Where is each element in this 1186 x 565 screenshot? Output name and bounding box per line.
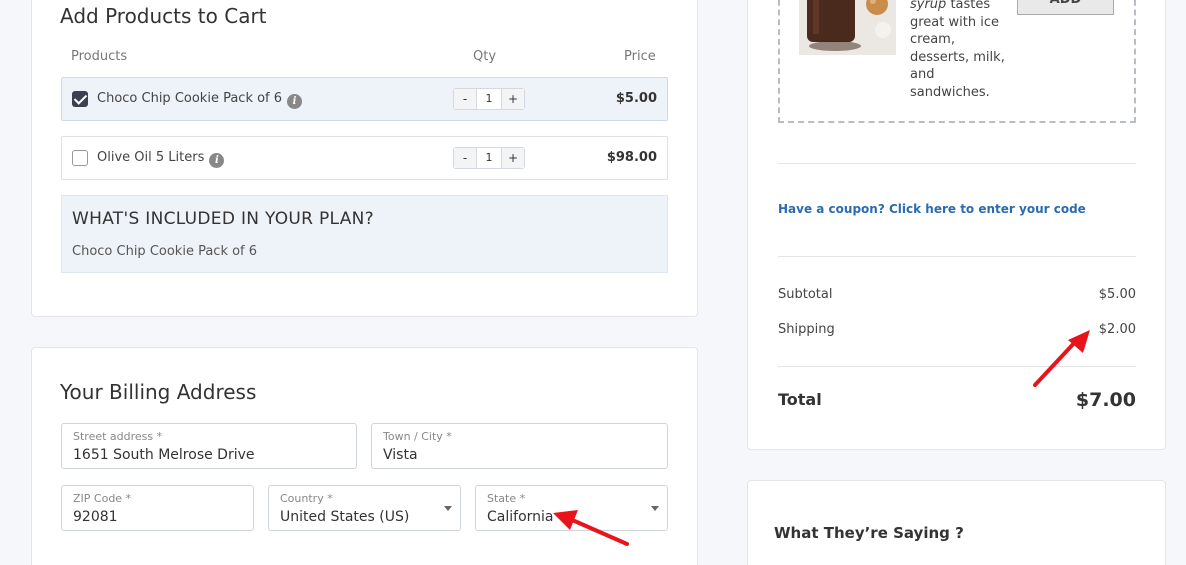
product-checkbox[interactable] bbox=[72, 91, 88, 107]
quantity-stepper: - 1 + bbox=[453, 147, 525, 169]
city-label: Town / City * bbox=[383, 430, 452, 443]
qty-decrement-button[interactable]: - bbox=[454, 89, 476, 109]
product-name: Choco Chip Cookie Pack of 6i bbox=[97, 91, 303, 109]
qty-decrement-button[interactable]: - bbox=[454, 148, 476, 168]
divider bbox=[778, 163, 1136, 164]
zip-code-value[interactable]: 92081 bbox=[73, 509, 118, 525]
street-address-value[interactable]: 1651 South Melrose Drive bbox=[73, 447, 255, 463]
qty-input[interactable]: 1 bbox=[476, 89, 502, 109]
divider bbox=[778, 366, 1136, 367]
testimonials-title: What They’re Saying ? bbox=[774, 524, 964, 542]
product-price: $5.00 bbox=[615, 91, 657, 106]
state-value: California bbox=[487, 509, 554, 525]
plan-item: Choco Chip Cookie Pack of 6 bbox=[72, 244, 258, 259]
country-value: United States (US) bbox=[280, 509, 410, 525]
products-column-header: Products bbox=[71, 49, 128, 64]
qty-increment-button[interactable]: + bbox=[502, 89, 524, 109]
subtotal-value: $5.00 bbox=[1098, 287, 1136, 302]
city-value[interactable]: Vista bbox=[383, 447, 418, 463]
street-address-label: Street address * bbox=[73, 430, 163, 443]
coupon-link[interactable]: Have a coupon? Click here to enter your … bbox=[778, 202, 1086, 216]
qty-increment-button[interactable]: + bbox=[502, 148, 524, 168]
total-value: $7.00 bbox=[1075, 389, 1136, 411]
zip-code-label: ZIP Code * bbox=[73, 492, 132, 505]
country-select[interactable]: Country * United States (US) bbox=[268, 485, 461, 531]
chevron-down-icon bbox=[651, 506, 659, 511]
zip-code-field[interactable]: ZIP Code * 92081 bbox=[61, 485, 254, 531]
upsell-product-image bbox=[799, 0, 896, 55]
info-icon[interactable]: i bbox=[287, 94, 303, 109]
qty-column-header: Qty bbox=[473, 49, 497, 64]
qty-input[interactable]: 1 bbox=[476, 148, 502, 168]
divider bbox=[778, 256, 1136, 257]
city-field[interactable]: Town / City * Vista bbox=[371, 423, 668, 469]
billing-title: Your Billing Address bbox=[60, 380, 257, 404]
plan-summary-box: WHAT'S INCLUDED IN YOUR PLAN? Choco Chip… bbox=[61, 195, 668, 273]
product-row-olive-oil[interactable]: Olive Oil 5 Liters i - 1 + $98.00 bbox=[61, 136, 668, 180]
info-icon[interactable]: i bbox=[209, 153, 225, 168]
street-address-field[interactable]: Street address * 1651 South Melrose Driv… bbox=[61, 423, 357, 469]
state-select[interactable]: State * California bbox=[475, 485, 668, 531]
country-label: Country * bbox=[280, 492, 333, 505]
state-label: State * bbox=[487, 492, 526, 505]
testimonials-card bbox=[747, 480, 1166, 565]
product-price: $98.00 bbox=[606, 150, 657, 165]
products-title: Add Products to Cart bbox=[60, 4, 267, 28]
subtotal-label: Subtotal bbox=[778, 287, 833, 302]
price-column-header: Price bbox=[624, 49, 656, 64]
product-checkbox[interactable] bbox=[72, 150, 88, 166]
product-row-choco-chip[interactable]: Choco Chip Cookie Pack of 6i - 1 + $5.00 bbox=[61, 77, 668, 121]
shipping-value: $2.00 bbox=[1098, 322, 1136, 337]
upsell-description: syrup tastes great with ice cream, desse… bbox=[910, 0, 1005, 100]
chevron-down-icon bbox=[444, 506, 452, 511]
shipping-label: Shipping bbox=[778, 322, 835, 337]
quantity-stepper: - 1 + bbox=[453, 88, 525, 110]
total-label: Total bbox=[778, 390, 822, 409]
upsell-add-button[interactable]: ADD bbox=[1017, 0, 1114, 15]
product-name: Olive Oil 5 Liters i bbox=[97, 150, 225, 168]
plan-title: WHAT'S INCLUDED IN YOUR PLAN? bbox=[72, 209, 374, 229]
